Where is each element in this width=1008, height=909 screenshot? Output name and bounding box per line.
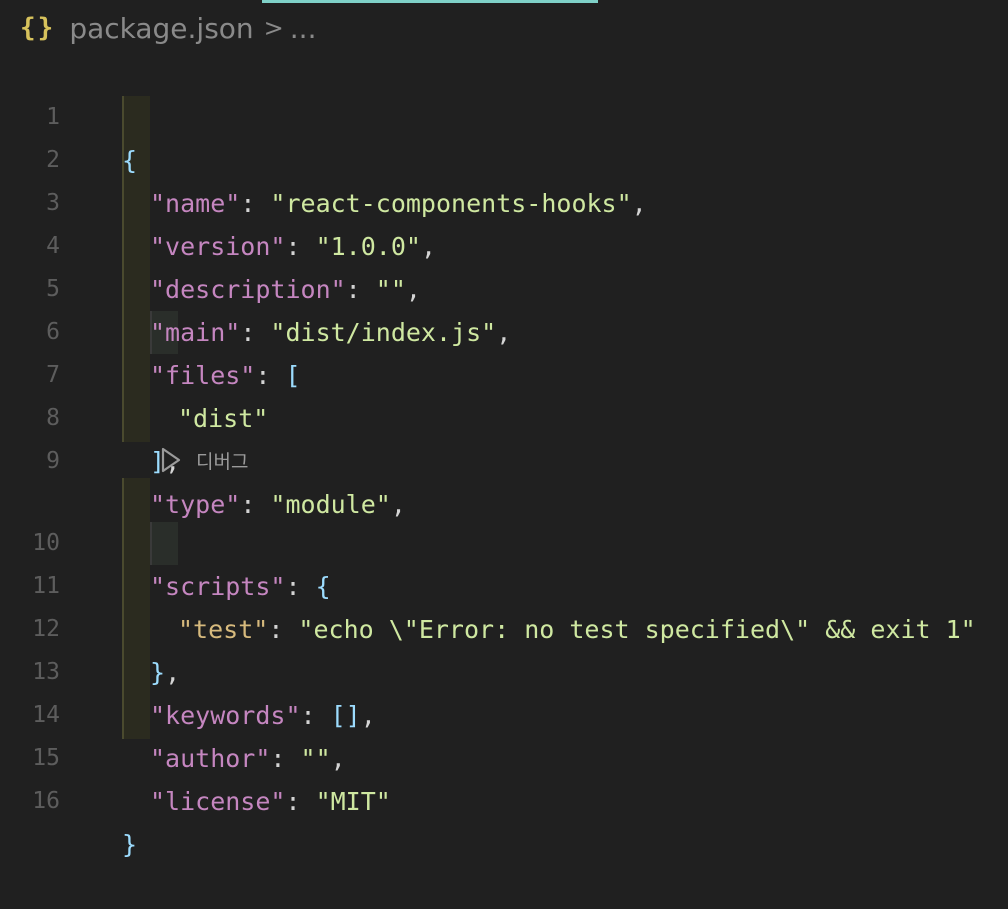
code-line: 4 "description": "",	[0, 182, 1008, 304]
code-line: 12 },	[0, 565, 1008, 687]
code-line: 16 }	[0, 737, 1008, 859]
code-line: 13 "keywords": [],	[0, 608, 1008, 730]
code-line: 11 "test": "echo \"Error: no test specif…	[0, 522, 1008, 644]
line-number: 16	[32, 788, 60, 814]
line-number: 9	[46, 448, 60, 474]
code-line: 14 "author": "",	[0, 651, 1008, 773]
code-line: 5 "main": "dist/index.js",	[0, 225, 1008, 347]
play-icon	[161, 447, 181, 473]
code-line: 9 "type": "module",	[0, 397, 1008, 519]
json-file-icon: {}	[20, 13, 56, 43]
json-value: "MIT"	[315, 787, 391, 816]
code-line: 2 "name": "react-components-hooks",	[0, 96, 1008, 218]
active-tab-indicator	[262, 0, 598, 3]
chevron-right-icon: >	[263, 14, 284, 42]
breadcrumb-file[interactable]: package.json	[69, 12, 253, 45]
debug-codelens[interactable]: 디버그	[160, 443, 248, 477]
code-line: 10 "scripts": {	[0, 479, 1008, 601]
json-key: "license"	[150, 787, 286, 816]
code-line: 6 "files": [	[0, 268, 1008, 390]
breadcrumb-more[interactable]: ...	[290, 12, 317, 45]
debug-label: 디버그	[196, 450, 249, 473]
code-editor[interactable]: 1 { 2 "name": "react-components-hooks", …	[0, 53, 1008, 859]
code-line: 3 "version": "1.0.0",	[0, 139, 1008, 261]
code-line: 7 "dist"	[0, 311, 1008, 433]
code-line: 1 {	[0, 53, 1008, 175]
code-line: 8 ],	[0, 354, 1008, 476]
breadcrumb: {} package.json > ...	[20, 8, 316, 48]
code-line: 15 "license": "MIT"	[0, 694, 1008, 816]
